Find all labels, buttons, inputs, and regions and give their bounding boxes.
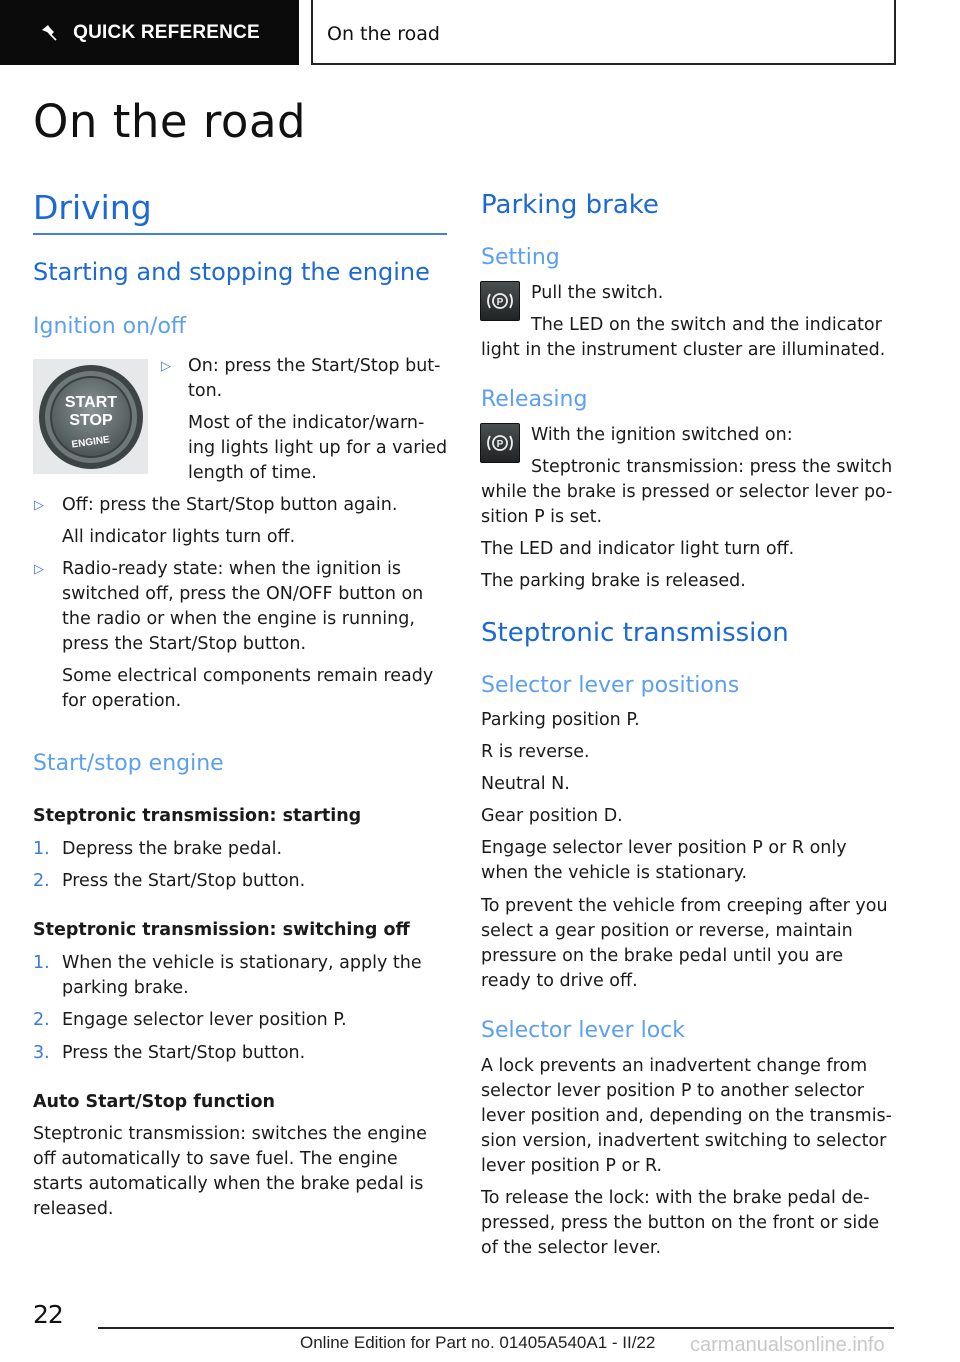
heading-parking-brake: Parking brake — [481, 190, 659, 220]
step-number: 1. — [33, 839, 50, 859]
page-title: On the road — [33, 95, 307, 148]
triangle-bullet-icon: ▷ — [34, 498, 44, 513]
heading-starting-stopping: Starting and stopping the engine — [33, 258, 430, 286]
heading-start-stop-engine: Start/stop engine — [33, 751, 224, 776]
quick-reference-label: QUICK REFERENCE — [73, 21, 260, 43]
engage-paragraph: Engage selector lever position P or R on… — [481, 838, 847, 883]
start-label: START — [65, 394, 117, 411]
parking-brake-icon: P — [487, 293, 513, 309]
heading-rule — [33, 233, 447, 235]
position-r: R is reverse. — [481, 742, 590, 762]
subheading-switching-off: Steptronic transmission: switching off — [33, 920, 410, 940]
releasing-line-3: while the brake is pressed or selector l… — [481, 482, 893, 502]
switching-off-step-2: Engage selector lever position P. — [62, 1010, 347, 1030]
quick-reference-tab[interactable]: QUICK REFERENCE — [0, 0, 299, 65]
releasing-line-2: Steptronic transmission: press the switc… — [531, 457, 893, 477]
edition-text: Online Edition for Part no. 01405A540A1 … — [300, 1333, 656, 1352]
starting-step-2: Press the Start/Stop button. — [62, 871, 306, 891]
watermark: carmanualsonline.info — [690, 1334, 885, 1356]
setting-line-1: Pull the switch. — [531, 283, 664, 303]
auto-start-stop-paragraph: Steptronic transmission: switches the en… — [33, 1124, 427, 1219]
setting-line-2: The LED on the switch and the indicator — [531, 315, 882, 335]
start-stop-button-image: START STOP ENGINE — [33, 359, 148, 474]
triangle-bullet-icon: ▷ — [34, 562, 44, 577]
setting-line-3: light in the instrument cluster are illu… — [481, 340, 886, 360]
heading-selector-lock: Selector lever lock — [481, 1018, 686, 1043]
subheading-auto-start-stop: Auto Start/Stop function — [33, 1092, 276, 1112]
step-number: 1. — [33, 953, 50, 973]
starting-step-1: Depress the brake pedal. — [62, 839, 283, 859]
step-number: 2. — [33, 1010, 50, 1030]
parking-brake-switch-image: P — [480, 423, 520, 463]
subheading-starting: Steptronic transmission: starting — [33, 806, 362, 826]
releasing-line-6: The parking brake is released. — [481, 571, 746, 591]
parking-brake-icon: P — [487, 435, 513, 451]
stop-label: STOP — [69, 412, 113, 429]
step-number: 2. — [33, 871, 50, 891]
pin-icon — [42, 24, 57, 41]
section-label: On the road — [327, 22, 440, 45]
switching-off-step-1: When the vehicle is stationary, apply th… — [62, 953, 422, 998]
heading-selector-positions: Selector lever positions — [481, 673, 740, 698]
releasing-line-1: With the ignition switched on: — [531, 425, 793, 445]
ignition-bullet-off: ▷ Off: press the Start/Stop button again… — [34, 495, 398, 547]
heading-driving: Driving — [33, 188, 152, 227]
ignition-bullet-radio: ▷ Radio-ready state: when the ignition i… — [34, 559, 434, 711]
position-n: Neutral N. — [481, 774, 570, 794]
position-p: Parking position P. — [481, 710, 640, 730]
footer-rule — [98, 1327, 894, 1329]
section-breadcrumb: On the road — [311, 0, 896, 65]
parking-brake-switch-image: P — [480, 281, 520, 321]
releasing-line-4: sition P is set. — [481, 507, 603, 527]
svg-text:P: P — [497, 297, 504, 308]
page-number: 22 — [33, 1300, 64, 1329]
switching-off-step-3: Press the Start/Stop button. — [62, 1043, 306, 1063]
heading-steptronic: Steptronic transmission — [481, 618, 789, 648]
heading-setting: Setting — [481, 245, 560, 270]
ignition-bullet-on: ▷ On: press the Start/Stop but- ton. Mos… — [161, 356, 448, 483]
svg-text:P: P — [497, 439, 504, 450]
triangle-bullet-icon: ▷ — [161, 359, 171, 374]
step-number: 3. — [33, 1043, 50, 1063]
heading-ignition: Ignition on/off — [33, 314, 187, 339]
position-d: Gear position D. — [481, 806, 623, 826]
prevent-creep-paragraph: To prevent the vehicle from creeping aft… — [481, 896, 888, 991]
heading-releasing: Releasing — [481, 387, 588, 412]
release-lock-paragraph: To release the lock: with the brake peda… — [481, 1188, 880, 1258]
lock-paragraph: A lock prevents an inadvertent change fr… — [481, 1056, 892, 1176]
releasing-line-5: The LED and indicator light turn off. — [481, 539, 795, 559]
